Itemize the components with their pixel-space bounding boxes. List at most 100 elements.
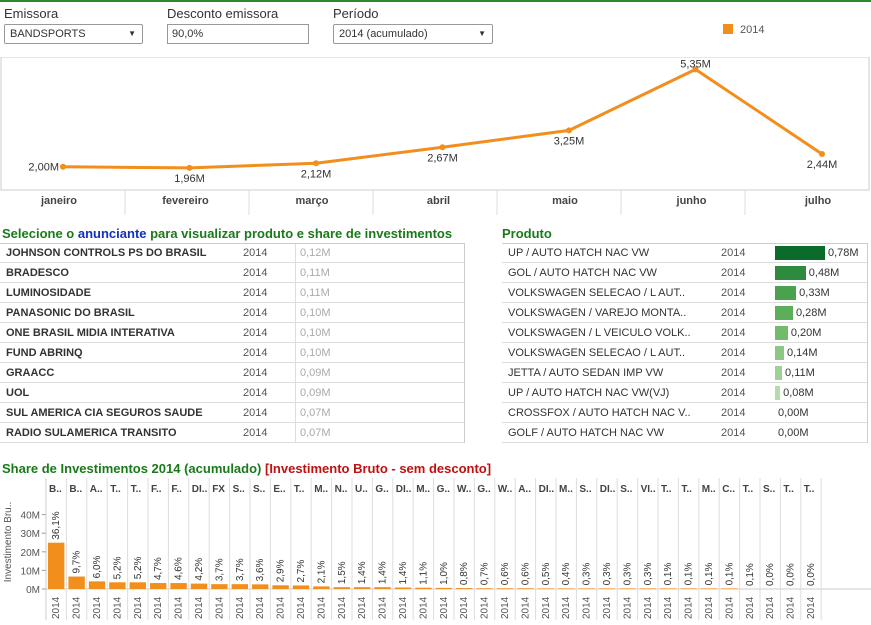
share-bar[interactable] xyxy=(517,588,534,589)
emissora-select-value: BANDSPORTS xyxy=(10,28,86,40)
share-year-label: 2014 xyxy=(235,596,246,619)
line-point[interactable] xyxy=(186,164,193,171)
share-bar[interactable] xyxy=(619,588,636,589)
share-bar[interactable] xyxy=(150,583,167,589)
share-bar-label: 0,0% xyxy=(765,563,776,586)
share-bar[interactable] xyxy=(700,588,718,589)
month-tick-label: fevereiro xyxy=(162,195,209,207)
desconto-input[interactable]: 90,0% xyxy=(167,24,309,44)
share-bar[interactable] xyxy=(680,588,697,589)
share-year-label: 2014 xyxy=(92,596,103,619)
share-bar-label: 4,7% xyxy=(153,557,164,580)
share-bar-label: 0,8% xyxy=(459,562,470,585)
share-bar[interactable] xyxy=(292,585,310,589)
line-data-label: 2,00M xyxy=(28,162,59,174)
share-bar-label: 0,1% xyxy=(704,562,715,585)
share-year-label: 2014 xyxy=(112,596,123,619)
share-bar[interactable] xyxy=(456,588,473,589)
line-point[interactable] xyxy=(60,163,66,170)
share-ylabel: Investimento Bru.. xyxy=(3,502,14,583)
share-bar[interactable] xyxy=(598,588,616,589)
share-year-label: 2014 xyxy=(663,596,674,619)
share-bar-label: 5,2% xyxy=(133,556,144,579)
share-category-label: T.. xyxy=(783,484,794,495)
share-category-label: B.. xyxy=(49,484,62,495)
share-bar-label: 0,7% xyxy=(480,562,491,585)
share-year-label: 2014 xyxy=(765,596,776,619)
share-year-label: 2014 xyxy=(806,596,817,619)
share-bar-label: 0,1% xyxy=(663,562,674,585)
share-category-label: F.. xyxy=(151,484,162,495)
share-category-label: N.. xyxy=(335,484,348,495)
share-ytick: 10M xyxy=(21,566,40,577)
share-year-label: 2014 xyxy=(622,596,633,619)
share-bar[interactable] xyxy=(272,585,289,589)
share-category-label: W.. xyxy=(457,484,472,495)
share-bar[interactable] xyxy=(394,587,412,589)
share-bar[interactable] xyxy=(313,586,330,589)
share-bar[interactable] xyxy=(354,587,371,589)
share-category-label: E.. xyxy=(273,484,285,495)
share-bar[interactable] xyxy=(721,588,738,589)
line-data-label: 2,67M xyxy=(427,152,458,164)
share-bar[interactable] xyxy=(211,584,228,589)
share-bar[interactable] xyxy=(415,587,432,589)
share-bar[interactable] xyxy=(190,583,208,589)
share-bar-label: 0,3% xyxy=(622,562,633,585)
share-category-label: S.. xyxy=(763,484,775,495)
share-category-label: DI.. xyxy=(539,484,555,495)
share-bar[interactable] xyxy=(231,584,248,589)
share-bar[interactable] xyxy=(496,588,514,589)
line-point[interactable] xyxy=(819,150,825,157)
share-year-label: 2014 xyxy=(561,596,572,619)
share-category-label: VI.. xyxy=(641,484,656,495)
share-category-label: B.. xyxy=(69,484,82,495)
share-bar[interactable] xyxy=(476,588,493,589)
month-tick-label: julho xyxy=(804,195,832,207)
share-bar[interactable] xyxy=(252,584,269,589)
share-category-label: S.. xyxy=(620,484,632,495)
share-category-label: A.. xyxy=(90,484,103,495)
share-bar[interactable] xyxy=(68,576,85,589)
share-bar[interactable] xyxy=(48,542,65,589)
periodo-select[interactable]: 2014 (acumulado) ▼ xyxy=(333,24,493,44)
share-bar[interactable] xyxy=(660,588,677,589)
line-data-label: 2,12M xyxy=(301,168,332,180)
month-tick-label: março xyxy=(295,195,328,207)
share-bar-label: 9,7% xyxy=(72,551,83,574)
periodo-select-value: 2014 (acumulado) xyxy=(339,28,428,40)
share-year-label: 2014 xyxy=(398,596,409,619)
share-bar-label: 2,9% xyxy=(276,559,287,582)
line-point[interactable] xyxy=(439,144,446,151)
line-point[interactable] xyxy=(566,127,572,134)
share-year-label: 2014 xyxy=(520,596,531,619)
share-category-label: T.. xyxy=(294,484,305,495)
share-bar[interactable] xyxy=(639,588,656,589)
share-year-label: 2014 xyxy=(51,596,62,619)
share-ytick: 0M xyxy=(26,585,40,596)
share-bar[interactable] xyxy=(537,588,554,589)
line-data-label: 2,44M xyxy=(807,159,838,171)
share-category-label: M.. xyxy=(702,484,716,495)
share-bar-label: 4,6% xyxy=(174,557,185,580)
share-year-label: 2014 xyxy=(194,596,205,619)
share-bar[interactable] xyxy=(578,588,595,589)
share-year-label: 2014 xyxy=(684,596,695,619)
share-bar[interactable] xyxy=(88,581,106,589)
share-bar-label: 36,1% xyxy=(51,511,62,539)
share-bar[interactable] xyxy=(129,582,146,589)
month-tick-label: junho xyxy=(676,195,707,207)
emissora-select[interactable]: BANDSPORTS ▼ xyxy=(4,24,143,44)
share-bar-label: 0,1% xyxy=(745,563,756,586)
share-bar[interactable] xyxy=(558,588,575,589)
share-bar[interactable] xyxy=(435,587,452,589)
line-data-label: 1,96M xyxy=(174,173,205,185)
share-bar[interactable] xyxy=(109,582,126,589)
share-bar[interactable] xyxy=(170,583,187,589)
share-bar-label: 3,6% xyxy=(255,558,266,581)
share-bar[interactable] xyxy=(374,587,391,589)
share-bar[interactable] xyxy=(333,587,350,589)
line-point[interactable] xyxy=(313,160,319,167)
share-category-label: S.. xyxy=(233,484,245,495)
share-category-label: G.. xyxy=(477,484,491,495)
